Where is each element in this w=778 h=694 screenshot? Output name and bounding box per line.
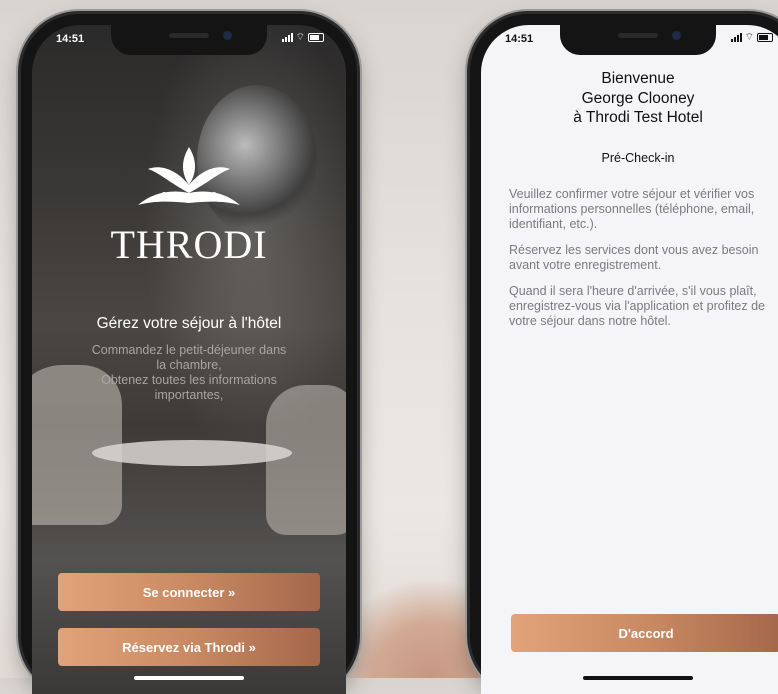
phone-right: 14:51 ⌔ Bienvenue George Clooney à Throd… bbox=[470, 14, 778, 694]
battery-icon bbox=[308, 33, 324, 42]
lotus-logo-icon bbox=[138, 147, 240, 205]
wifi-icon: ⌔ bbox=[295, 32, 305, 43]
signal-icon bbox=[281, 33, 293, 42]
instruction-paragraph: Veuillez confirmer votre séjour et vérif… bbox=[509, 187, 755, 231]
guest-name: George Clooney bbox=[581, 89, 695, 107]
welcome-screen: 14:51 ⌔ THRODI Gérez votre séjour à l'hô… bbox=[32, 25, 346, 694]
section-title: Pré-Check-in bbox=[601, 151, 675, 165]
signal-icon bbox=[730, 33, 742, 42]
instructions: Veuillez confirmer votre séjour et vérif… bbox=[509, 187, 778, 340]
login-button[interactable]: Se connecter » bbox=[58, 573, 320, 611]
precheckin-screen: 14:51 ⌔ Bienvenue George Clooney à Throd… bbox=[481, 25, 778, 694]
notch bbox=[111, 25, 267, 55]
brand-name: THRODI bbox=[110, 222, 268, 267]
home-indicator[interactable] bbox=[583, 676, 693, 680]
background-table bbox=[92, 440, 292, 466]
wifi-icon: ⌔ bbox=[744, 32, 754, 43]
brand-logo: THRODI bbox=[32, 145, 346, 268]
agree-button[interactable]: D'accord bbox=[511, 614, 778, 652]
feature-description: Commandez le petit-déjeuner dans la cham… bbox=[91, 343, 287, 402]
status-time: 14:51 bbox=[56, 33, 85, 45]
background-chair-right bbox=[266, 385, 346, 535]
status-time: 14:51 bbox=[505, 33, 534, 45]
status-icons: ⌔ bbox=[281, 32, 324, 43]
instruction-paragraph: Réservez les services dont vous avez bes… bbox=[509, 243, 759, 272]
phone-left: 14:51 ⌔ THRODI Gérez votre séjour à l'hô… bbox=[21, 14, 357, 694]
welcome-line: Bienvenue bbox=[601, 70, 675, 87]
status-icons: ⌔ bbox=[730, 32, 773, 43]
welcome-heading: Bienvenue George Clooney à Throdi Test H… bbox=[481, 69, 778, 128]
home-indicator[interactable] bbox=[134, 676, 244, 680]
reserve-button[interactable]: Réservez via Throdi » bbox=[58, 628, 320, 666]
hotel-name: à Throdi Test Hotel bbox=[573, 109, 703, 126]
notch bbox=[560, 25, 716, 55]
battery-icon bbox=[757, 33, 773, 42]
tagline: Gérez votre séjour à l'hôtel bbox=[96, 315, 282, 332]
instruction-paragraph: Quand il sera l'heure d'arrivée, s'il vo… bbox=[509, 284, 765, 328]
